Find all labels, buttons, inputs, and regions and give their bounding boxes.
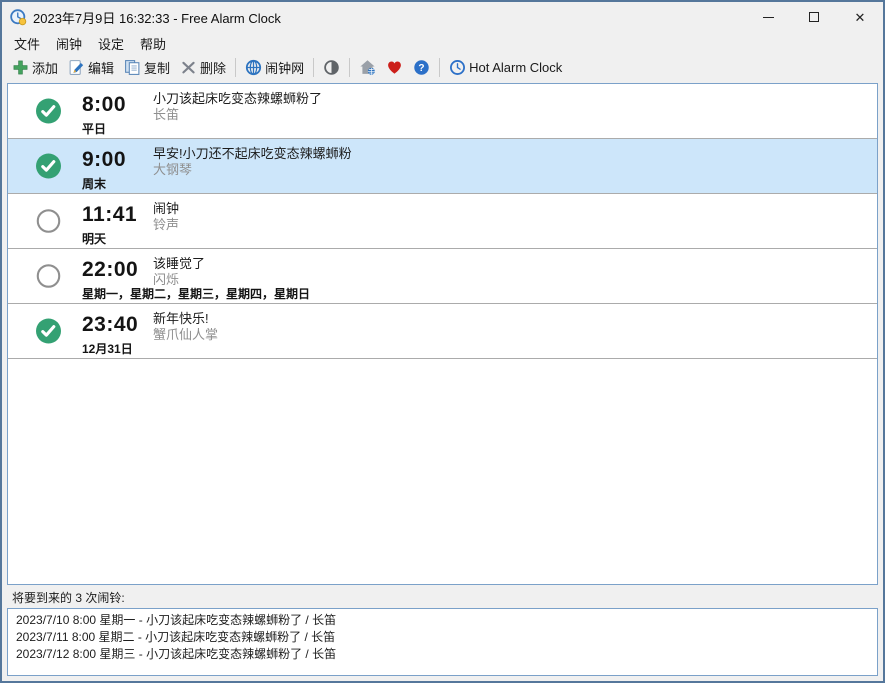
free-alarm-clock-window: 2023年7月9日 16:32:33 - Free Alarm Clock ✕ …: [0, 0, 885, 683]
heart-icon: [386, 59, 403, 76]
close-button[interactable]: ✕: [837, 2, 883, 32]
menu-file[interactable]: 文件: [6, 32, 48, 55]
alarm-web-button[interactable]: 闹钟网: [240, 56, 309, 79]
alarm-row-1[interactable]: 8:00 平日 小刀该起床吃变态辣螺蛳粉了 长笛: [8, 84, 877, 139]
maximize-icon: [809, 12, 819, 22]
alarm-enabled-checkbox[interactable]: [36, 319, 61, 344]
contrast-icon: [323, 59, 340, 76]
alarm-web-label: 闹钟网: [265, 58, 304, 77]
upcoming-alarms-panel: 2023/7/10 8:00 星期一 - 小刀该起床吃变态辣螺蛳粉了 / 长笛 …: [7, 608, 878, 676]
upcoming-alarm-item: 2023/7/11 8:00 星期二 - 小刀该起床吃变态辣螺蛳粉了 / 长笛: [16, 629, 869, 646]
alarm-enabled-checkbox[interactable]: [36, 99, 61, 124]
add-alarm-button[interactable]: 添加: [7, 56, 63, 79]
minimize-icon: [763, 17, 774, 18]
alarm-time: 23:40: [82, 313, 138, 337]
minimize-button[interactable]: [745, 2, 791, 32]
alarm-days: 12月31日: [82, 340, 133, 357]
alarm-row-3[interactable]: 11:41 明天 闹钟 铃声: [8, 194, 877, 249]
edit-alarm-label: 编辑: [88, 58, 114, 77]
copy-pages-icon: [124, 59, 141, 76]
copy-alarm-label: 复制: [144, 58, 170, 77]
alarm-sound: 闪烁: [153, 269, 179, 288]
upcoming-alarm-item: 2023/7/10 8:00 星期一 - 小刀该起床吃变态辣螺蛳粉了 / 长笛: [16, 612, 869, 629]
alarm-row-4[interactable]: 22:00 星期一，星期二，星期三，星期四，星期日 该睡觉了 闪烁: [8, 249, 877, 304]
toolbar-separator: [313, 58, 314, 77]
alarm-sound: 长笛: [153, 104, 179, 123]
delete-x-icon: [180, 59, 197, 76]
window-controls: ✕: [745, 2, 883, 32]
toolbar-separator: [439, 58, 440, 77]
alarm-sound: 铃声: [153, 214, 179, 233]
help-button[interactable]: ?: [408, 57, 435, 78]
alarm-days: 平日: [82, 120, 106, 137]
close-icon: ✕: [855, 11, 866, 24]
upcoming-alarm-item: 2023/7/12 8:00 星期三 - 小刀该起床吃变态辣螺蛳粉了 / 长笛: [16, 646, 869, 663]
alarm-disabled-checkbox[interactable]: [36, 209, 61, 234]
hot-alarm-clock-label: Hot Alarm Clock: [469, 60, 562, 75]
copy-alarm-button[interactable]: 复制: [119, 56, 175, 79]
menu-help[interactable]: 帮助: [132, 32, 174, 55]
delete-alarm-button[interactable]: 删除: [175, 56, 231, 79]
plus-icon: [12, 59, 29, 76]
alarm-days: 星期一，星期二，星期三，星期四，星期日: [82, 285, 310, 302]
svg-text:?: ?: [419, 63, 425, 74]
alarm-time: 9:00: [82, 148, 126, 172]
contrast-button[interactable]: [318, 57, 345, 78]
window-title: 2023年7月9日 16:32:33 - Free Alarm Clock: [33, 8, 281, 27]
alarm-time: 8:00: [82, 93, 126, 117]
edit-alarm-button[interactable]: 编辑: [63, 56, 119, 79]
app-clock-icon: [10, 9, 27, 26]
globe-icon: [245, 59, 262, 76]
menu-settings[interactable]: 设定: [90, 32, 132, 55]
help-icon: ?: [413, 59, 430, 76]
menubar: 文件 闹钟 设定 帮助: [2, 32, 883, 54]
titlebar: 2023年7月9日 16:32:33 - Free Alarm Clock ✕: [2, 2, 883, 32]
donate-button[interactable]: [381, 57, 408, 78]
add-alarm-label: 添加: [32, 58, 58, 77]
alarm-row-5[interactable]: 23:40 12月31日 新年快乐! 蟹爪仙人掌: [8, 304, 877, 359]
edit-pencil-icon: [68, 59, 85, 76]
alarm-days: 明天: [82, 230, 106, 247]
alarm-list: 8:00 平日 小刀该起床吃变态辣螺蛳粉了 长笛 9:00 周末 早安!小刀还不…: [7, 83, 878, 585]
alarm-time: 22:00: [82, 258, 138, 282]
alarm-disabled-checkbox[interactable]: [36, 264, 61, 289]
alarm-sound: 大钢琴: [153, 159, 192, 178]
home-page-button[interactable]: [354, 57, 381, 78]
menu-alarm[interactable]: 闹钟: [48, 32, 90, 55]
toolbar-separator: [235, 58, 236, 77]
alarm-enabled-checkbox[interactable]: [36, 154, 61, 179]
hot-alarm-clock-button[interactable]: Hot Alarm Clock: [444, 57, 567, 78]
alarm-time: 11:41: [82, 203, 137, 227]
toolbar: 添加 编辑 复制 删除: [2, 54, 883, 81]
hot-alarm-clock-icon: [449, 59, 466, 76]
alarm-sound: 蟹爪仙人掌: [153, 324, 218, 343]
alarm-days: 周末: [82, 175, 106, 192]
upcoming-alarms-header: 将要到来的 3 次闹铃:: [2, 585, 883, 608]
alarm-row-2[interactable]: 9:00 周末 早安!小刀还不起床吃变态辣螺蛳粉 大钢琴: [8, 139, 877, 194]
toolbar-separator: [349, 58, 350, 77]
home-icon: [359, 59, 376, 76]
maximize-button[interactable]: [791, 2, 837, 32]
delete-alarm-label: 删除: [200, 58, 226, 77]
